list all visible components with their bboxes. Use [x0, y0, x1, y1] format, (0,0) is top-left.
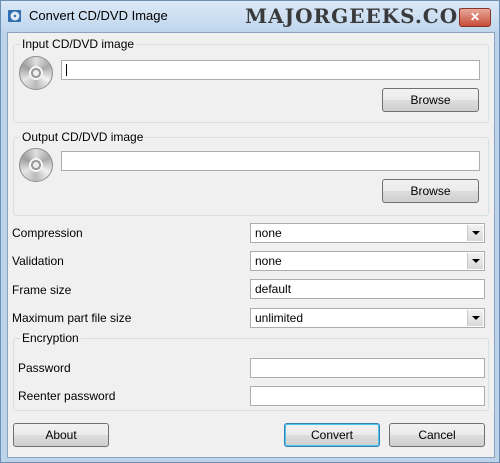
compression-label: Compression [12, 226, 83, 240]
chevron-down-icon[interactable] [467, 310, 483, 326]
encryption-legend: Encryption [22, 331, 79, 345]
dialog-body: Input CD/DVD image Browse Output CD/DVD … [7, 32, 495, 458]
validation-label: Validation [12, 254, 64, 268]
chevron-down-icon[interactable] [467, 225, 483, 241]
reenter-password-field[interactable] [250, 386, 485, 406]
close-icon: ✕ [469, 10, 481, 24]
max-part-size-select[interactable]: unlimited [250, 308, 485, 328]
convert-dialog-window: Convert CD/DVD Image MAJORGEEKS.COM ✕ In… [0, 0, 500, 463]
validation-select[interactable]: none [250, 251, 485, 271]
frame-size-field[interactable]: default [250, 279, 485, 299]
chevron-down-icon[interactable] [467, 253, 483, 269]
output-browse-button[interactable]: Browse [382, 179, 479, 203]
output-image-path-field[interactable] [61, 151, 480, 171]
watermark-logo: MAJORGEEKS.COM [245, 4, 482, 28]
input-browse-button[interactable]: Browse [382, 88, 479, 112]
output-image-group: Output CD/DVD image [13, 130, 489, 216]
close-button[interactable]: ✕ [459, 8, 491, 27]
window-title: Convert CD/DVD Image [29, 8, 168, 23]
password-field[interactable] [250, 358, 485, 378]
disc-app-icon [8, 10, 21, 22]
password-label: Password [18, 361, 71, 375]
cd-disc-icon [19, 148, 53, 182]
frame-size-label: Frame size [12, 283, 72, 297]
convert-button[interactable]: Convert [284, 423, 380, 447]
compression-select[interactable]: none [250, 223, 485, 243]
about-button[interactable]: About [13, 423, 109, 447]
title-bar: Convert CD/DVD Image MAJORGEEKS.COM ✕ [1, 1, 499, 31]
max-part-size-label: Maximum part file size [12, 311, 132, 325]
reenter-password-label: Reenter password [18, 389, 116, 403]
text-caret [66, 64, 67, 76]
cd-disc-icon [19, 56, 53, 90]
output-group-legend: Output CD/DVD image [22, 130, 144, 144]
input-image-path-field[interactable] [61, 60, 480, 80]
cancel-button[interactable]: Cancel [389, 423, 485, 447]
input-group-legend: Input CD/DVD image [22, 37, 135, 51]
